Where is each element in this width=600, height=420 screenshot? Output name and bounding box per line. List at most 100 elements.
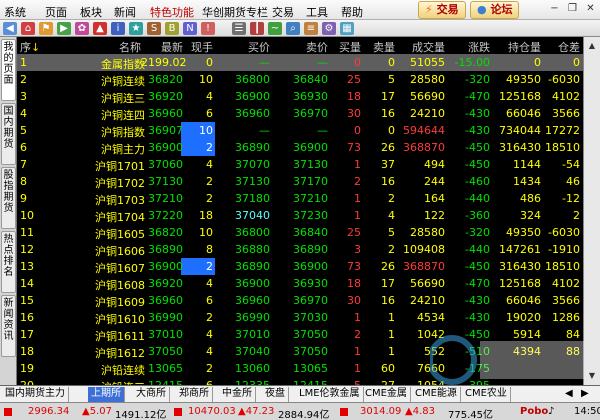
sell-icon[interactable]: S xyxy=(147,22,161,35)
trend-icon[interactable]: ~ xyxy=(268,22,282,35)
menu-column[interactable]: 华创期货专栏 xyxy=(202,4,268,20)
tab-domestic-main[interactable]: 国内期货主力 xyxy=(2,387,69,402)
table-row[interactable]: 9 沪铜1703 37210 2 37180 37210 1 2 164 -440 486 -12 xyxy=(17,190,583,207)
header-bid[interactable]: 买价 xyxy=(217,39,270,55)
tab-dce[interactable]: 大商所 xyxy=(133,387,170,402)
table-row[interactable]: 6 沪铜主力 36900 2 36890 36900 73 26 368870 -450 31643… xyxy=(17,139,583,156)
menu-trade[interactable]: 交易 xyxy=(272,4,294,20)
table-row[interactable]: 5 沪铜指数 36907 10 — — 0 0 594644 -430 734044 17272 xyxy=(17,122,583,139)
table-row[interactable]: 7 沪铜1701 37060 4 37070 37130 1 37 494 -450 1144 -54 xyxy=(17,156,583,173)
forward-icon[interactable]: ▶ xyxy=(57,22,71,35)
tab-cme-agri[interactable]: CME农业 xyxy=(462,387,511,402)
speaker-icon[interactable]: ♪ xyxy=(548,406,554,417)
header-change[interactable]: 涨跌 xyxy=(445,39,490,55)
filter-icon[interactable]: ≡ xyxy=(304,22,318,35)
layout-icon[interactable]: ▦ xyxy=(340,22,354,35)
vtab-domestic-futures[interactable]: 国内期货 xyxy=(1,103,16,165)
scroll-down-icon[interactable]: ▼ xyxy=(586,370,598,382)
table-row[interactable]: 13 沪铜1607 36900 2 36890 36900 73 26 368870 -450 31… xyxy=(17,258,583,275)
flag-icon[interactable]: ⚑ xyxy=(39,22,53,35)
back-icon[interactable]: ◀ xyxy=(3,22,17,35)
index-up-icon xyxy=(4,408,12,416)
star-icon[interactable]: ★ xyxy=(129,22,143,35)
vertical-scrollbar[interactable]: ▲ ▼ xyxy=(583,37,600,385)
cell-oi-diff: -6030 xyxy=(548,226,580,239)
tab-scroll-right-icon[interactable]: ▶ xyxy=(578,387,592,402)
table-row[interactable]: 1 金属指数 2199.02 0 — — 0 0 51055 -15.00 0 0 xyxy=(17,54,583,71)
vtab-index-futures[interactable]: 股指期货 xyxy=(1,167,16,229)
menu-help[interactable]: 帮助 xyxy=(341,4,363,20)
alert-icon[interactable]: ! xyxy=(201,22,215,35)
cell-last: 36960 xyxy=(148,107,183,120)
table-row[interactable]: 10 沪铜1704 37220 18 37040 37230 1 4 122 -360 324 2 xyxy=(17,207,583,224)
cell-vol: 8 xyxy=(206,243,213,256)
header-turnover[interactable]: 成交量 xyxy=(395,39,445,55)
cell-turnover: 24210 xyxy=(410,294,445,307)
header-seq[interactable]: 序↓ xyxy=(20,39,40,55)
news-icon[interactable]: N xyxy=(183,22,197,35)
tab-scroll-left-icon[interactable]: ◀ xyxy=(562,387,576,402)
tab-czce[interactable]: 郑商所 xyxy=(176,387,213,402)
table-row[interactable]: 11 沪铜1605 36820 10 36800 36840 25 5 28580 -320 493… xyxy=(17,224,583,241)
restore-icon[interactable]: ❐ xyxy=(566,3,579,16)
cell-last: 36960 xyxy=(148,294,183,307)
cell-bid: 37130 xyxy=(235,175,270,188)
table-row[interactable]: 8 沪铜1702 37130 2 37130 37170 2 16 244 -460 1434 46 xyxy=(17,173,583,190)
vtab-hot-ranking[interactable]: 热点排名 xyxy=(1,231,16,293)
cell-bid-qty: 18 xyxy=(347,277,361,290)
menu-page[interactable]: 页面 xyxy=(45,4,67,20)
gear-icon[interactable]: ✿ xyxy=(75,22,89,35)
header-name[interactable]: 名称 xyxy=(83,39,141,55)
info-icon[interactable]: i xyxy=(111,22,125,35)
header-last[interactable]: 最新 xyxy=(141,39,183,55)
table-row[interactable]: 15 沪铜1609 36960 6 36960 36970 30 16 24210 -430 660… xyxy=(17,292,583,309)
table-icon[interactable]: ☰ xyxy=(232,22,246,35)
minimize-icon[interactable]: − xyxy=(548,3,561,16)
header-open-interest[interactable]: 持仓量 xyxy=(490,39,541,55)
kline-icon[interactable]: ┃ xyxy=(250,22,264,35)
header-ask[interactable]: 卖价 xyxy=(270,39,328,55)
table-row[interactable]: 12 沪铜1606 36890 8 36880 36890 3 2 109408 -440 1472… xyxy=(17,241,583,258)
settings-icon[interactable]: ⚙ xyxy=(322,22,336,35)
close-icon[interactable]: ✕ xyxy=(584,3,597,16)
table-row[interactable]: 19 沪铅连续 13065 2 13060 13065 1 60 7660 -175 xyxy=(17,360,583,377)
cell-last: 37010 xyxy=(148,328,183,341)
buy-icon[interactable]: B xyxy=(165,22,179,35)
table-row[interactable]: 14 沪铜1608 36920 4 36900 36930 18 17 56690 -470 125… xyxy=(17,275,583,292)
cell-name: 沪铅连续 xyxy=(101,364,145,377)
tab-cffex[interactable]: 中金所 xyxy=(219,387,256,402)
header-oi-diff[interactable]: 仓差 xyxy=(541,39,580,55)
menu-features[interactable]: 特色功能 xyxy=(150,4,194,20)
tab-shfe[interactable]: 上期所 xyxy=(88,387,125,402)
table-row[interactable]: 18 沪铜1612 37050 4 37040 37050 1 1 552 -510 4394 88 xyxy=(17,343,583,360)
header-ask-qty[interactable]: 卖量 xyxy=(361,39,395,55)
table-row[interactable]: 16 沪铜1610 36990 2 36990 37030 1 1 4534 -430 19020 1… xyxy=(17,309,583,326)
menu-sector[interactable]: 板块 xyxy=(80,4,102,20)
table-row[interactable]: 2 沪铜连续 36820 10 36800 36840 25 5 28580 -320 49350-… xyxy=(17,71,583,88)
tab-cme-energy[interactable]: CME能源 xyxy=(412,387,461,402)
tab-lme[interactable]: LME伦敦金属 xyxy=(296,387,364,402)
table-row[interactable]: 4 沪铜连四 36960 6 36960 36970 30 16 24210 -430 66046 3… xyxy=(17,105,583,122)
table-row[interactable]: 3 沪铜连三 36920 4 36900 36930 18 17 56690 -470 125168… xyxy=(17,88,583,105)
scroll-up-icon[interactable]: ▲ xyxy=(586,40,598,52)
header-bid-qty[interactable]: 买量 xyxy=(328,39,361,55)
vtab-my-page[interactable]: 我的页面 xyxy=(1,39,16,101)
tab-cme-metal[interactable]: CME金属 xyxy=(362,387,411,402)
table-row[interactable]: 20沪铅连三12415612335124155271054-395 xyxy=(17,377,583,385)
menu-news[interactable]: 新闻 xyxy=(114,4,136,20)
cell-bid-qty: 0 xyxy=(354,124,361,137)
search-icon[interactable]: ⌕ xyxy=(286,22,300,35)
vtab-news[interactable]: 新闻资讯 xyxy=(1,295,16,357)
menu-system[interactable]: 系统 xyxy=(4,4,26,20)
cell-open-interest: 125168 xyxy=(499,90,541,103)
forum-button[interactable]: ● 论坛 xyxy=(470,1,520,19)
table-row[interactable]: 17 沪铜1611 37010 4 37010 37050 2 1 1042 -450 5914 84 xyxy=(17,326,583,343)
header-vol[interactable]: 现手 xyxy=(183,39,213,55)
tab-night[interactable]: 夜盘 xyxy=(262,387,289,402)
home-icon[interactable]: ⌂ xyxy=(21,22,35,35)
chart-icon[interactable]: ▲ xyxy=(93,22,107,35)
menu-tools[interactable]: 工具 xyxy=(306,4,328,20)
trade-button[interactable]: ⚡ 交易 xyxy=(418,1,466,19)
cell-change: -460 xyxy=(465,175,490,188)
cell-oi-diff: 18510 xyxy=(545,141,580,154)
